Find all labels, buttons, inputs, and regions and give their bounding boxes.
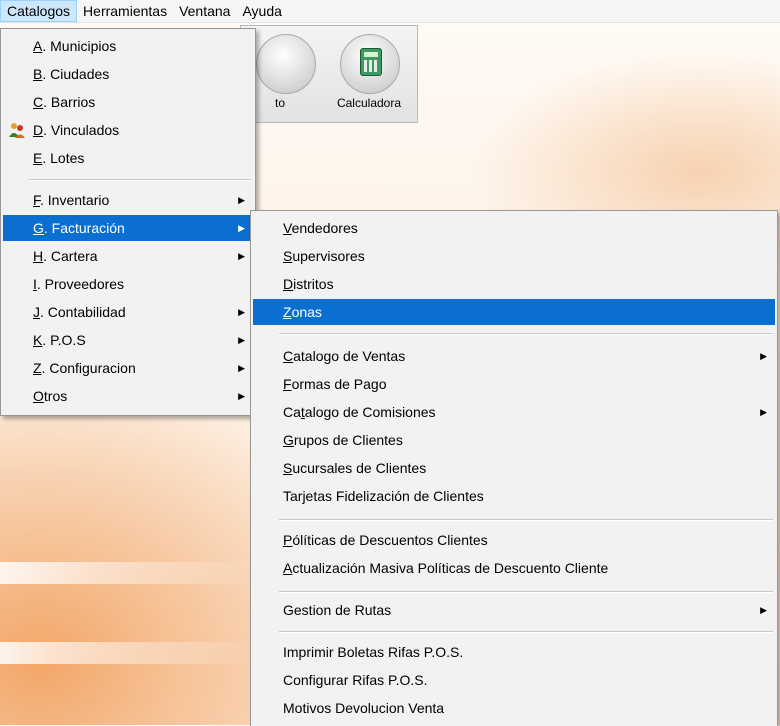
menu-item-label: D. Vinculados [33, 122, 120, 138]
menu-item-contabilidad[interactable]: J. Contabilidad ▶ [3, 299, 253, 325]
calculadora-label: Calculadora [336, 96, 402, 110]
menu-item-label: Grupos de Clientes [283, 432, 403, 448]
menu-item-label: C. Barrios [33, 94, 96, 110]
menu-item-label: Vendedores [283, 220, 358, 236]
calculator-icon-circle [340, 34, 400, 94]
menu-bar: Catalogos Herramientas Ventana Ayuda [0, 0, 780, 23]
menu-item-tarjetas-fidelizacion[interactable]: Tarjetas Fidelización de Clientes [253, 483, 775, 509]
menu-item-facturacion[interactable]: G. Facturación ▶ [3, 215, 253, 241]
menu-item-label: Pólíticas de Descuentos Clientes [283, 532, 488, 548]
background-streak [0, 562, 260, 584]
menu-item-label: Formas de Pago [283, 376, 387, 392]
menu-item-inventario[interactable]: F. Inventario ▶ [3, 187, 253, 213]
calculadora-button[interactable]: Calculadora [327, 26, 411, 122]
menu-separator [279, 333, 773, 335]
menu-separator [29, 179, 251, 181]
menu-item-supervisores[interactable]: Supervisores [253, 243, 775, 269]
submenu-arrow-icon: ▶ [238, 335, 245, 345]
menu-item-label: E. Lotes [33, 150, 85, 166]
submenu-arrow-icon: ▶ [238, 251, 245, 261]
menu-item-label: J. Contabilidad [33, 304, 126, 320]
menu-separator [279, 591, 773, 593]
submenu-arrow-icon: ▶ [238, 307, 245, 317]
menu-item-politicas-descuentos[interactable]: Pólíticas de Descuentos Clientes [253, 527, 775, 553]
menu-item-label: Distritos [283, 276, 334, 292]
menu-item-label: H. Cartera [33, 248, 98, 264]
menu-item-label: F. Inventario [33, 192, 110, 208]
menu-item-ciudades[interactable]: B. Ciudades [3, 61, 253, 87]
menu-item-zonas[interactable]: Zonas [253, 299, 775, 325]
submenu-arrow-icon: ▶ [238, 363, 245, 373]
menu-item-label: A. Municipios [33, 38, 117, 54]
submenu-arrow-icon: ▶ [760, 407, 767, 417]
menu-item-label: Gestion de Rutas [283, 602, 392, 618]
background-streak [0, 642, 260, 664]
menu-item-vinculados[interactable]: D. Vinculados [3, 117, 253, 143]
menu-item-catalogo-comisiones[interactable]: Catalogo de Comisiones ▶ [253, 399, 775, 425]
menu-item-cartera[interactable]: H. Cartera ▶ [3, 243, 253, 269]
menu-item-label: G. Facturación [33, 220, 125, 236]
menu-item-label: Supervisores [283, 248, 365, 264]
menu-item-label: Otros [33, 388, 68, 404]
menu-item-distritos[interactable]: Distritos [253, 271, 775, 297]
menu-item-label: Z. Configuracion [33, 360, 136, 376]
facturacion-submenu: Vendedores Supervisores Distritos Zonas Cata… [250, 210, 778, 726]
menu-item-grupos-clientes[interactable]: Grupos de Clientes [253, 427, 775, 453]
submenu-arrow-icon: ▶ [238, 223, 245, 233]
menu-item-label: Catalogo de Ventas [283, 348, 406, 364]
menu-item-proveedores[interactable]: I. Proveedores [3, 271, 253, 297]
menu-item-municipios[interactable]: A. Municipios [3, 33, 253, 59]
calculator-icon [360, 48, 382, 76]
submenu-arrow-icon: ▶ [238, 195, 245, 205]
menu-item-imprimir-boletas[interactable]: Imprimir Boletas Rifas P.O.S. [253, 639, 775, 665]
menu-item-label: K. P.O.S [33, 332, 86, 348]
submenu-arrow-icon: ▶ [760, 351, 767, 361]
menu-item-pos[interactable]: K. P.O.S ▶ [3, 327, 253, 353]
people-icon [9, 123, 25, 138]
toolbar: to Calculadora [240, 25, 418, 123]
menu-ayuda[interactable]: Ayuda [236, 0, 287, 22]
menu-item-label: Imprimir Boletas Rifas P.O.S. [283, 644, 464, 660]
menu-item-otros[interactable]: Otros ▶ [3, 383, 253, 409]
menu-item-label: Zonas [283, 304, 322, 320]
menu-item-label: Sucursales de Clientes [283, 460, 427, 476]
menu-item-lotes[interactable]: E. Lotes [3, 145, 253, 171]
menu-separator [279, 631, 773, 633]
menu-item-catalogo-ventas[interactable]: Catalogo de Ventas ▶ [253, 343, 775, 369]
menu-ventana[interactable]: Ventana [173, 0, 236, 22]
menu-item-gestion-rutas[interactable]: Gestion de Rutas ▶ [253, 597, 775, 623]
catalogos-menu: A. Municipios B. Ciudades C. Barrios D. Vin… [0, 28, 256, 416]
menu-item-label: Catalogo de Comisiones [283, 404, 436, 420]
toolbar-button-icon [256, 34, 316, 94]
menu-item-motivos-devolucion[interactable]: Motivos Devolucion Venta [253, 695, 775, 721]
menu-item-label: Configurar Rifas P.O.S. [283, 672, 428, 688]
menu-item-label: Tarjetas Fidelización de Clientes [283, 488, 484, 504]
menu-separator [279, 519, 773, 521]
submenu-arrow-icon: ▶ [760, 605, 767, 615]
menu-item-configurar-rifas[interactable]: Configurar Rifas P.O.S. [253, 667, 775, 693]
menu-item-formas-pago[interactable]: Formas de Pago [253, 371, 775, 397]
menu-catalogos[interactable]: Catalogos [0, 0, 78, 22]
menu-item-actualizacion-masiva[interactable]: Actualización Masiva Políticas de Descue… [253, 555, 775, 581]
menu-item-sucursales-clientes[interactable]: Sucursales de Clientes [253, 455, 775, 481]
menu-item-label: B. Ciudades [33, 66, 110, 82]
menu-item-label: Actualización Masiva Políticas de Descue… [283, 560, 609, 576]
menu-item-vendedores[interactable]: Vendedores [253, 215, 775, 241]
menu-herramientas[interactable]: Herramientas [77, 0, 173, 22]
menu-item-configuracion[interactable]: Z. Configuracion ▶ [3, 355, 253, 381]
menu-item-label: I. Proveedores [33, 276, 125, 292]
submenu-arrow-icon: ▶ [238, 391, 245, 401]
menu-item-barrios[interactable]: C. Barrios [3, 89, 253, 115]
menu-item-label: Motivos Devolucion Venta [283, 700, 445, 716]
